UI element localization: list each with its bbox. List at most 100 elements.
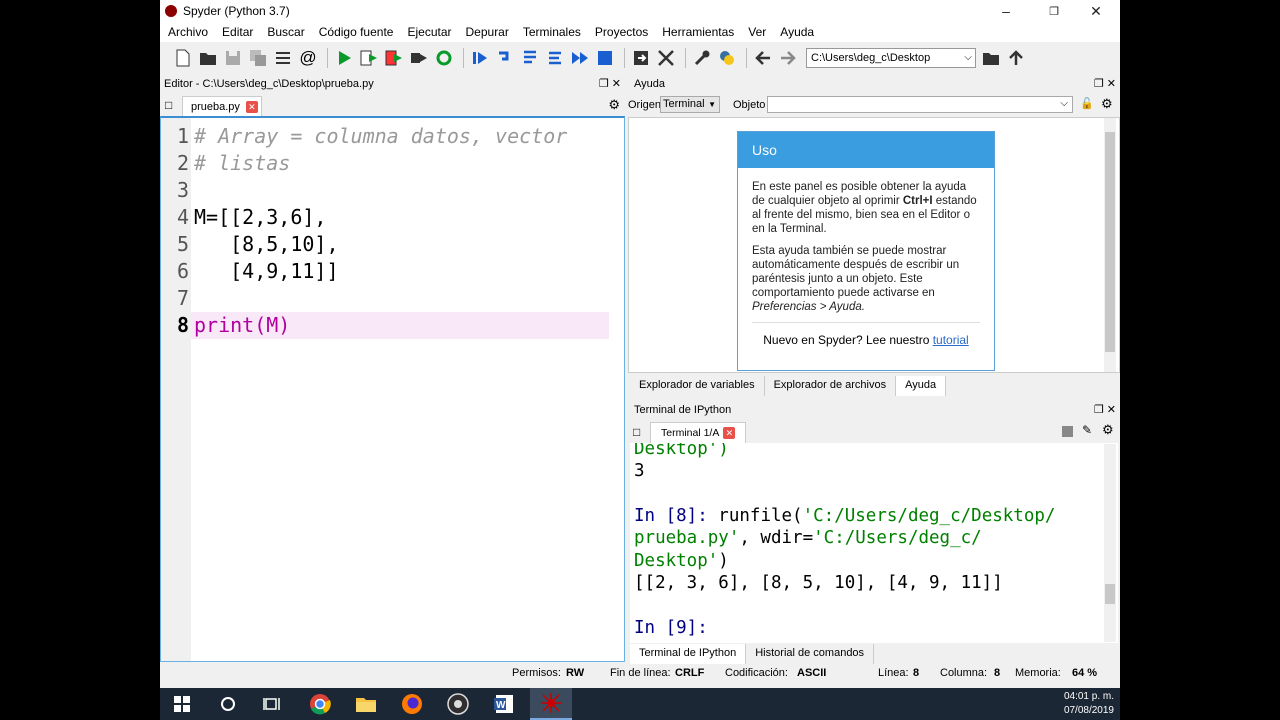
browse-tabs-icon[interactable]: □	[633, 425, 640, 439]
restore-button[interactable]: ❐	[1032, 0, 1076, 22]
lock-icon[interactable]: 🔓	[1080, 97, 1094, 110]
tab-terminal-1a[interactable]: Terminal 1/A ✕	[650, 422, 746, 443]
search-circle-icon[interactable]	[210, 692, 246, 716]
step-icon[interactable]	[494, 47, 516, 69]
close-tab-icon[interactable]: ✕	[245, 100, 258, 113]
permissions-value: RW	[566, 667, 585, 679]
console-line: In [8]: runfile('C:/Users/deg_c/Desktop/	[634, 506, 1056, 526]
source-select[interactable]: Terminal ▼	[660, 96, 720, 113]
editor-title: Editor - C:\Users\deg_c\Desktop\prueba.p…	[164, 78, 374, 90]
menu-herramientas[interactable]: Herramientas	[662, 25, 734, 39]
close-tab-icon[interactable]: ✕	[723, 427, 736, 439]
line-number: 4	[176, 205, 189, 229]
status-bar: Permisos: RW Fin de línea: CRLF Codifica…	[160, 664, 1120, 684]
code-line: 2 # listas	[161, 150, 611, 177]
preferences-wrench-icon[interactable]	[691, 47, 713, 69]
save-icon[interactable]	[222, 47, 244, 69]
tutorial-link[interactable]: tutorial	[933, 333, 969, 347]
firefox-icon[interactable]	[394, 692, 430, 716]
gear-icon[interactable]: ⚙	[1102, 422, 1114, 438]
menu-buscar[interactable]: Buscar	[267, 25, 304, 39]
console-line: 3	[634, 461, 645, 481]
menu-ejecutar[interactable]: Ejecutar	[407, 25, 451, 39]
menu-archivo[interactable]: Archivo	[168, 25, 208, 39]
eol-label: Fin de línea:	[610, 667, 671, 679]
menu-ayuda[interactable]: Ayuda	[780, 25, 814, 39]
run-icon[interactable]	[333, 47, 355, 69]
menu-depurar[interactable]: Depurar	[466, 25, 509, 39]
back-arrow-icon[interactable]	[752, 47, 774, 69]
open-file-icon[interactable]	[197, 47, 219, 69]
usage-card: Uso En este panel es posible obtener la …	[737, 131, 995, 371]
word-icon[interactable]: W	[486, 692, 522, 716]
run-cell-advance-icon[interactable]	[383, 47, 405, 69]
step-into-icon[interactable]	[519, 47, 541, 69]
spyder-taskbar-icon[interactable]	[530, 688, 572, 720]
obs-icon[interactable]	[440, 692, 476, 716]
line-number: 6	[176, 259, 189, 283]
code-editor[interactable]: 1 # Array = columna datos, vector 2 # list…	[160, 116, 625, 662]
menu-editar[interactable]: Editar	[222, 25, 253, 39]
task-view-icon[interactable]	[254, 692, 290, 716]
debug-icon[interactable]	[469, 47, 491, 69]
spyder-logo-icon	[165, 5, 177, 17]
chevron-down-icon[interactable]: ⌵	[964, 52, 972, 63]
maximize-pane-icon[interactable]	[630, 47, 652, 69]
windows-start-icon[interactable]	[164, 692, 200, 716]
toolbar-separator	[685, 48, 686, 68]
chrome-icon[interactable]	[302, 692, 338, 716]
help-scrollbar[interactable]	[1104, 118, 1116, 372]
tab-file-explorer[interactable]: Explorador de archivos	[765, 376, 897, 396]
object-input[interactable]: ⌵	[767, 96, 1073, 113]
ipython-console[interactable]: Desktop') 3 In [8]: runfile('C:/Users/de…	[630, 443, 1118, 643]
console-tab-bar: □ Terminal 1/A ✕ ✎ ⚙	[630, 421, 1120, 443]
browse-tabs-icon[interactable]: □	[165, 98, 172, 112]
step-return-icon[interactable]	[544, 47, 566, 69]
run-cell-icon[interactable]	[358, 47, 380, 69]
console-scrollbar[interactable]	[1104, 444, 1116, 642]
eraser-icon[interactable]: ✎	[1082, 423, 1092, 437]
rerun-icon[interactable]	[433, 47, 455, 69]
save-all-icon[interactable]	[247, 47, 269, 69]
system-clock[interactable]: 04:01 p. m. 07/08/2019	[1064, 690, 1114, 718]
pane-controls[interactable]: ❐ ✕	[1094, 77, 1116, 90]
code-text: print(M)	[194, 313, 291, 337]
source-label: Origen	[628, 99, 662, 111]
run-selection-icon[interactable]	[408, 47, 430, 69]
menu-codigo-fuente[interactable]: Código fuente	[319, 25, 394, 39]
menu-proyectos[interactable]: Proyectos	[595, 25, 648, 39]
menu-terminales[interactable]: Terminales	[523, 25, 581, 39]
parent-directory-icon[interactable]	[1005, 47, 1027, 69]
gear-icon[interactable]: ⚙	[1101, 96, 1113, 112]
tab-help[interactable]: Ayuda	[896, 376, 947, 396]
gear-icon[interactable]: ⚙	[608, 97, 620, 113]
continue-icon[interactable]	[569, 47, 591, 69]
stop-debug-icon[interactable]	[594, 47, 616, 69]
pane-controls[interactable]: ❐ ✕	[1094, 403, 1116, 416]
python-path-icon[interactable]	[716, 47, 738, 69]
help-toolbar: Origen Terminal ▼ Objeto ⌵ 🔓 ⚙	[628, 95, 1120, 115]
stop-square-icon[interactable]	[1062, 426, 1073, 437]
chevron-down-icon: ▼	[708, 100, 716, 109]
forward-arrow-icon[interactable]	[777, 47, 799, 69]
permissions-label: Permisos:	[512, 667, 561, 679]
at-sign-icon[interactable]: @	[297, 47, 319, 69]
browse-folder-icon[interactable]	[980, 47, 1002, 69]
code-text: [4,9,11]]	[194, 259, 339, 283]
pane-controls[interactable]: ❐ ✕	[599, 77, 621, 90]
file-explorer-icon[interactable]	[348, 692, 384, 716]
tab-ipython-console[interactable]: Terminal de IPython	[630, 644, 747, 664]
working-directory-combo[interactable]: C:\Users\deg_c\Desktop ⌵	[806, 48, 976, 68]
menu-ver[interactable]: Ver	[748, 25, 766, 39]
fullscreen-icon[interactable]	[655, 47, 677, 69]
tab-variable-explorer[interactable]: Explorador de variables	[630, 376, 765, 396]
help-title: Ayuda	[634, 78, 665, 90]
editor-tab-bar: □ prueba.py ✕ ⚙	[160, 94, 625, 116]
close-button[interactable]: ✕	[1074, 0, 1118, 22]
list-icon[interactable]	[272, 47, 294, 69]
tab-prueba-py[interactable]: prueba.py ✕	[182, 96, 262, 116]
help-pane-tabs: Explorador de variables Explorador de ar…	[630, 376, 947, 396]
tab-history[interactable]: Historial de comandos	[746, 644, 875, 664]
minimize-button[interactable]: –	[984, 0, 1028, 22]
new-file-icon[interactable]	[172, 47, 194, 69]
